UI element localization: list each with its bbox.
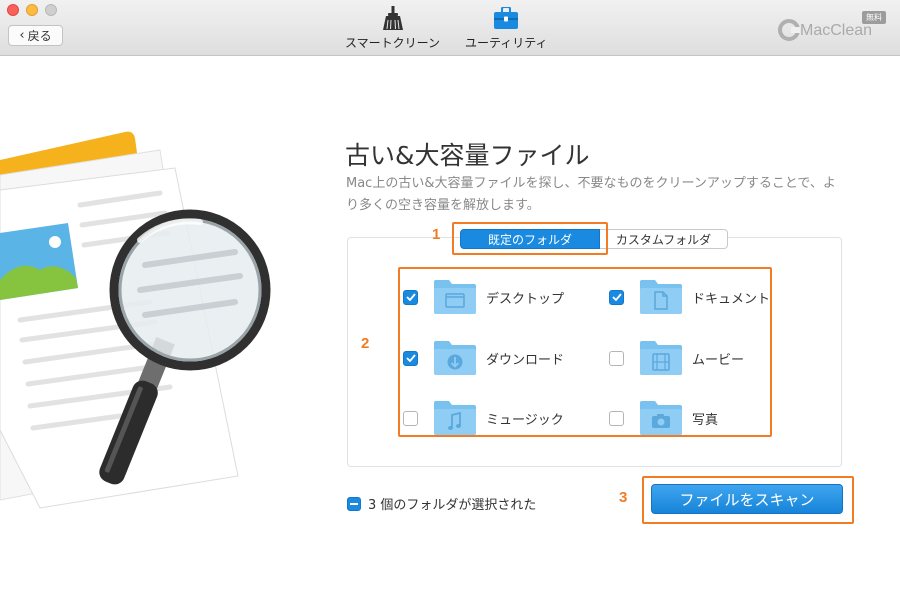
smart-clean-tab[interactable]: スマートクリーン: [345, 6, 440, 51]
back-button-label: 戻る: [27, 29, 52, 43]
brand-logo: 無料 MacClean: [778, 11, 888, 47]
smart-clean-label: スマートクリーン: [345, 36, 441, 50]
back-button[interactable]: ‹ 戻る: [8, 25, 63, 46]
selection-count-text: 3 個のフォルダが選択された: [368, 498, 537, 513]
utilities-tab[interactable]: ユーティリティ: [465, 6, 548, 51]
tab-custom-folders[interactable]: カスタムフォルダ: [600, 229, 728, 249]
highlight-box-folders: [398, 267, 772, 437]
zoom-window-button[interactable]: [45, 4, 57, 16]
select-all-checkbox[interactable]: [347, 496, 361, 511]
brand-name: MacClean: [800, 22, 873, 39]
highlight-box-tabs: [452, 222, 608, 255]
selection-summary: 3 個のフォルダが選択された: [347, 494, 536, 513]
step-number-1: 1: [432, 226, 441, 243]
broom-icon: [380, 6, 406, 30]
macclean-logo-icon: [778, 19, 800, 41]
page-title: 古い&大容量ファイル: [345, 141, 590, 170]
chevron-left-icon: ‹: [19, 28, 25, 43]
highlight-box-scan: [642, 476, 854, 524]
toolbar: ‹ 戻る スマートクリーン ユーティリティ 無料 MacClean: [0, 0, 900, 56]
document-magnifier-illustration: [0, 131, 271, 509]
step-number-3: 3: [619, 489, 628, 506]
step-number-2: 2: [361, 335, 370, 352]
minimize-window-button[interactable]: [26, 4, 38, 16]
toolbox-icon: [493, 6, 519, 30]
page-description: Mac上の古い&大容量ファイルを探し、不要なものをクリーンアップすることで、より…: [346, 176, 836, 213]
utilities-label: ユーティリティ: [465, 36, 548, 50]
close-window-button[interactable]: [7, 4, 19, 16]
window-controls: [7, 4, 57, 16]
